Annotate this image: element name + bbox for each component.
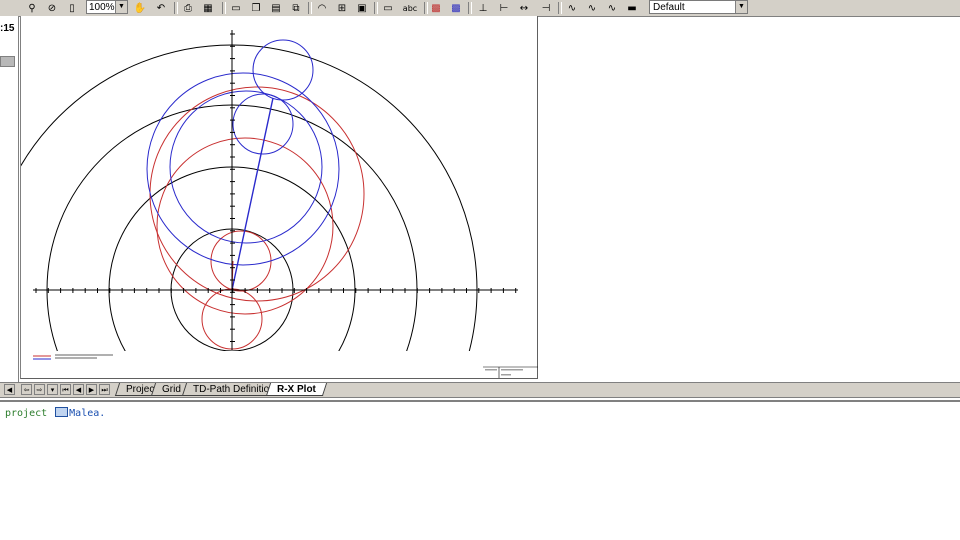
prev-tab-icon[interactable]: ◀ (73, 384, 84, 395)
signal-icon[interactable]: ◠ (314, 1, 330, 15)
next-tab-icon[interactable]: ▶ (86, 384, 97, 395)
print-icon[interactable]: ⎙ (180, 1, 196, 15)
save-icon[interactable]: ▣ (354, 1, 370, 15)
scrollbar-thumb[interactable] (0, 56, 15, 67)
blue-circle-mid (169, 90, 323, 244)
new-icon[interactable]: ▭ (228, 1, 244, 15)
separator (222, 2, 226, 14)
zoom-value: 100% (89, 2, 115, 13)
chevron-down-icon[interactable]: ▼ (735, 1, 747, 13)
left-panel: :15 (0, 16, 19, 383)
zoom-region-icon[interactable]: ⊘ (44, 1, 60, 15)
axis-d-icon[interactable]: ⊣ (538, 1, 554, 15)
legend (33, 354, 113, 360)
red-circle-small (210, 230, 272, 292)
zoom-icon[interactable]: ⚲ (24, 1, 40, 15)
output-console[interactable]: project Malea. (0, 400, 960, 540)
console-line: project Malea. (5, 407, 105, 419)
style-value: Default (653, 2, 685, 13)
sheet-tab-bar: ◀ ⇦ ⇨ ▾ ⏮ ◀ ▶ ⏭ Project Grid TD-Path Def… (0, 382, 960, 398)
clone-icon[interactable]: ⧉ (288, 1, 304, 15)
forward-icon[interactable]: ⇨ (34, 384, 45, 395)
toolbar: ⚲ ⊘ ▯ 100% ▼ ✋ ↶ ⎙ ▦ ▭ ❐ ▤ ⧉ ◠ ⊞ ▣ ▭ abc… (0, 0, 960, 17)
axis-b-icon[interactable]: ⊢ (496, 1, 512, 15)
menu-icon[interactable]: ▾ (47, 384, 58, 395)
separator (308, 2, 312, 14)
time-label: :15 (0, 23, 15, 34)
console-keyword: project (5, 408, 48, 419)
chevron-down-icon[interactable]: ▼ (115, 1, 127, 13)
impedance-line (231, 97, 274, 291)
separator (558, 2, 562, 14)
grid-icon[interactable]: ⊞ (334, 1, 350, 15)
copy-icon[interactable]: ❐ (248, 1, 264, 15)
back-icon[interactable]: ⇦ (21, 384, 32, 395)
page-icon[interactable]: ▯ (64, 1, 80, 15)
table-icon[interactable]: ▦ (200, 1, 216, 15)
chart-b-icon[interactable]: ▩ (448, 1, 464, 15)
info-box (483, 366, 538, 378)
style-select[interactable]: Default ▼ (649, 0, 748, 14)
text-icon[interactable]: ▭ (380, 1, 396, 15)
project-icon (55, 407, 69, 417)
rx-plot-canvas[interactable] (20, 16, 538, 379)
axis-c-icon[interactable]: ↔ (516, 1, 532, 15)
scroll-left-icon[interactable]: ◀ (4, 384, 15, 395)
blue-circle-top (252, 39, 314, 101)
chart-a-icon[interactable]: ▩ (428, 1, 444, 15)
separator (468, 2, 472, 14)
separator (374, 2, 378, 14)
curve-b-icon[interactable]: ∿ (584, 1, 600, 15)
paste-icon[interactable]: ▤ (268, 1, 284, 15)
zoom-select[interactable]: 100% ▼ (86, 0, 128, 14)
hand-icon[interactable]: ✋ (132, 1, 148, 15)
curve-a-icon[interactable]: ∿ (564, 1, 580, 15)
tab-rx-plot[interactable]: R-X Plot (265, 383, 328, 396)
separator (174, 2, 178, 14)
curve-c-icon[interactable]: ∿ (604, 1, 620, 15)
rx-plot (21, 30, 538, 378)
undo-icon[interactable]: ↶ (153, 1, 169, 15)
last-tab-icon[interactable]: ⏭ (99, 384, 110, 395)
console-project-link[interactable]: Malea. (69, 408, 105, 419)
first-tab-icon[interactable]: ⏮ (60, 384, 71, 395)
abc-icon[interactable]: abc (400, 1, 420, 15)
label-icon[interactable]: ▬ (624, 1, 640, 15)
axis-a-icon[interactable]: ⊥ (475, 1, 491, 15)
red-circle-large (149, 86, 365, 302)
